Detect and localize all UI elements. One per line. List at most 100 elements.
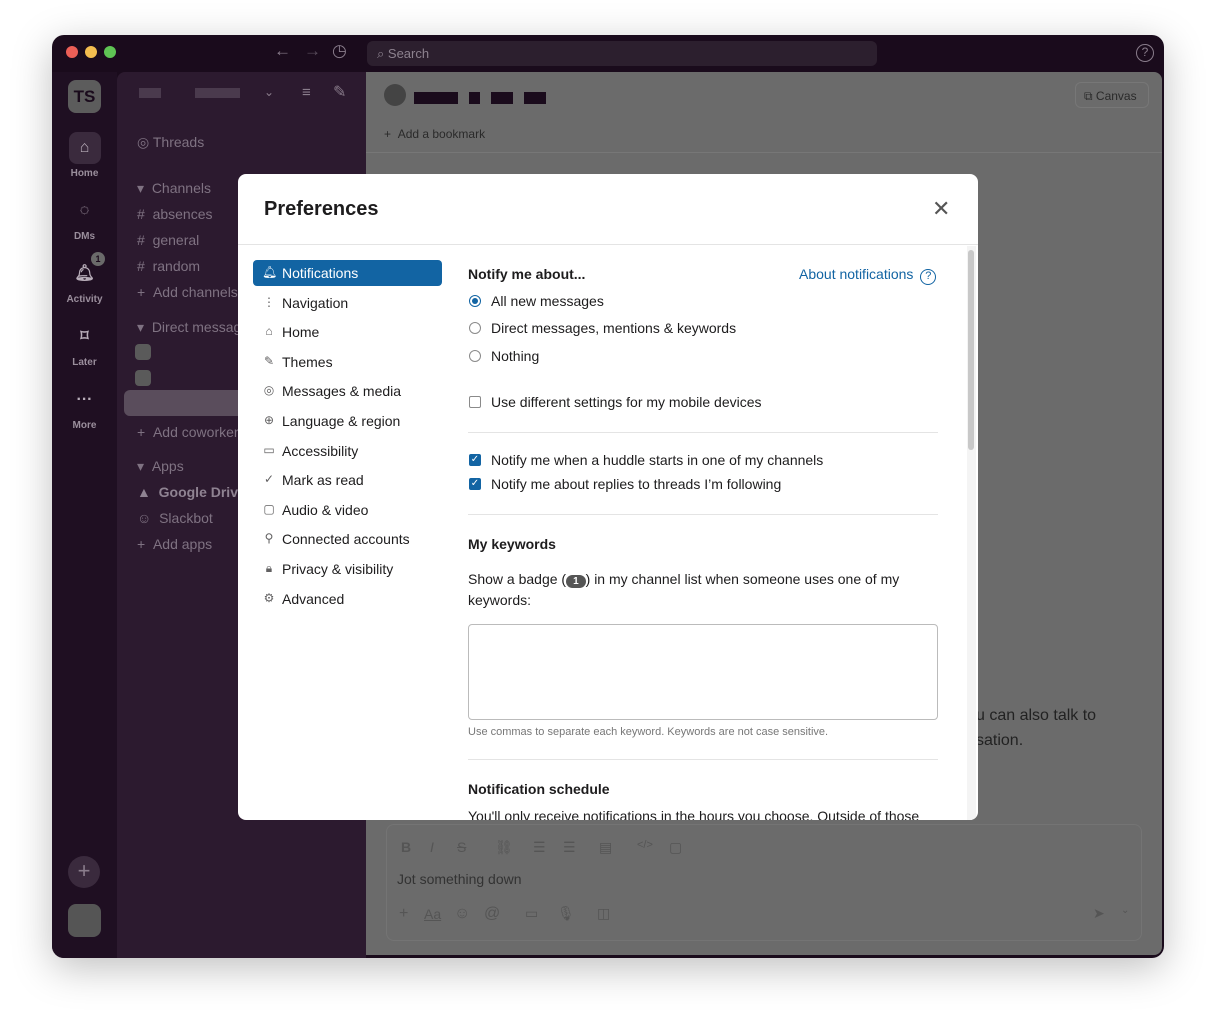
forward-arrow-icon[interactable]: →: [304, 41, 321, 61]
threads-icon: ◎: [137, 134, 153, 150]
bookmark-icon: ⌑: [80, 328, 89, 345]
nav-item-navigation[interactable]: ⋮ Navigation: [253, 290, 442, 316]
check-circle-icon: ✓: [263, 472, 275, 487]
workspace-avatar[interactable]: TS: [68, 80, 101, 113]
nav-item-privacy-visibility[interactable]: 🔒︎ Privacy & visibility: [253, 556, 442, 582]
rail-home[interactable]: ⌂ Home: [52, 132, 117, 179]
italic-icon[interactable]: I: [430, 839, 434, 855]
help-circle-icon: ?: [920, 269, 937, 285]
checkbox-label: Use different settings for my mobile dev…: [491, 394, 762, 410]
rail-later[interactable]: ⌑ Later: [52, 321, 117, 368]
radio-label: Nothing: [491, 348, 540, 364]
nav-item-label: Home: [282, 324, 320, 341]
add-channels-button[interactable]: + Add channels: [137, 284, 238, 300]
canvas-button[interactable]: ⧉ Canvas: [1075, 82, 1149, 108]
channel-item[interactable]: # general: [137, 232, 199, 248]
nav-item-label: Advanced: [282, 590, 345, 607]
nav-item-label: Navigation: [282, 294, 349, 311]
nav-item-themes[interactable]: ✎ Themes: [253, 349, 442, 375]
dm-avatar[interactable]: [135, 344, 151, 360]
add-apps-button[interactable]: + Add apps: [137, 536, 212, 552]
keywords-description-line2: keywords:: [468, 592, 532, 608]
ordered-list-icon[interactable]: ☰: [533, 839, 546, 856]
nav-item-messages-media[interactable]: ◎ Messages & media: [253, 378, 442, 404]
user-avatar[interactable]: [68, 904, 101, 937]
maximize-window-button[interactable]: [104, 46, 116, 58]
canvas-icon: ⧉: [1084, 89, 1096, 103]
lock-icon: 🔒︎: [265, 561, 273, 575]
nav-item-language-region[interactable]: ⊕ Language & region: [253, 408, 442, 434]
close-icon[interactable]: ✕: [932, 198, 950, 220]
message-icon: ◎: [263, 383, 275, 398]
filter-icon[interactable]: ≡: [302, 84, 311, 101]
nav-item-audio-video[interactable]: ▢ Audio & video: [253, 497, 442, 523]
dm-avatar[interactable]: [135, 370, 151, 386]
code-icon[interactable]: </>: [637, 839, 653, 851]
thread-replies-checkbox[interactable]: ✓: [469, 478, 481, 490]
keywords-hint: Use commas to separate each keyword. Key…: [468, 726, 829, 738]
video-icon[interactable]: ▭: [525, 905, 538, 922]
nav-item-accessibility[interactable]: ▭ Accessibility: [253, 438, 442, 464]
compose-icon[interactable]: ✎: [333, 82, 346, 102]
blockquote-icon[interactable]: ▤: [599, 839, 612, 856]
keyword-badge: 1: [566, 575, 586, 588]
keywords-input[interactable]: [468, 624, 938, 720]
radio-all-messages[interactable]: [469, 295, 481, 307]
code-block-icon[interactable]: ▢: [669, 839, 682, 856]
sidebar-threads[interactable]: ◎ Threads: [137, 134, 204, 151]
message-composer[interactable]: B I S ⛓ ☰ ☰ ▤ </> ▢ Jot something down +…: [386, 824, 1142, 941]
app-item[interactable]: ▲ Google Drive: [137, 484, 246, 500]
chevron-down-icon[interactable]: ⌄: [264, 85, 274, 99]
nav-item-label: Themes: [282, 353, 333, 370]
mention-icon[interactable]: @: [484, 905, 500, 923]
close-window-button[interactable]: [66, 46, 78, 58]
nav-item-advanced[interactable]: ⚙ Advanced: [253, 586, 442, 612]
slash-command-icon[interactable]: ◫: [597, 905, 610, 922]
apps-header[interactable]: ▾ Apps: [137, 458, 184, 475]
add-coworkers-button[interactable]: + Add coworkers: [137, 424, 246, 440]
plus-icon[interactable]: +: [399, 905, 408, 923]
bullet-list-icon[interactable]: ☰: [563, 839, 576, 856]
intro-text: u can also talk to: [976, 707, 1097, 724]
link-icon[interactable]: ⛓: [495, 839, 513, 856]
add-workspace-button[interactable]: +: [68, 856, 100, 888]
navigation-icon: ⋮: [263, 294, 275, 309]
channels-header[interactable]: ▾ Channels: [137, 180, 211, 197]
about-notifications-link[interactable]: About notifications ?: [799, 266, 937, 285]
help-icon[interactable]: ?: [1136, 44, 1154, 62]
add-bookmark-button[interactable]: + Add a bookmark: [384, 127, 485, 141]
huddle-checkbox[interactable]: ✓: [469, 454, 481, 466]
preferences-dialog: Preferences ✕ 🔔︎ Notifications ⋮ Navigation…: [238, 174, 978, 820]
channel-item[interactable]: # absences: [137, 206, 213, 222]
minimize-window-button[interactable]: [85, 46, 97, 58]
search-input[interactable]: ⌕ Search: [367, 41, 877, 66]
dialog-title: Preferences: [264, 198, 379, 220]
workspace-rail: TS ⌂ Home ◌ DMs 🔔︎ Activity 1 ⌑ Later ··· Mor…: [52, 72, 117, 958]
send-options-chevron-icon[interactable]: ⌄: [1121, 905, 1129, 916]
channel-item[interactable]: # random: [137, 258, 200, 274]
nav-item-home[interactable]: ⌂ Home: [253, 319, 442, 345]
radio-dms-mentions[interactable]: [469, 322, 481, 334]
scrollbar-thumb[interactable]: [968, 250, 974, 450]
radio-nothing[interactable]: [469, 350, 481, 362]
nav-item-notifications[interactable]: 🔔︎ Notifications: [253, 260, 442, 286]
strikethrough-icon[interactable]: S: [457, 839, 466, 855]
back-arrow-icon[interactable]: ←: [274, 41, 291, 61]
home-icon: ⌂: [68, 132, 101, 164]
send-icon[interactable]: ➤: [1093, 905, 1105, 922]
app-item[interactable]: ☺ Slackbot: [137, 510, 213, 526]
history-icon[interactable]: ◷: [332, 41, 347, 61]
rail-activity[interactable]: 🔔︎ Activity: [52, 258, 117, 305]
microphone-icon[interactable]: 🎙︎: [557, 905, 575, 922]
more-icon: ···: [76, 391, 93, 408]
bold-icon[interactable]: B: [401, 839, 411, 855]
nav-item-connected-accounts[interactable]: ⚲ Connected accounts: [253, 526, 442, 552]
rail-dms[interactable]: ◌ DMs: [52, 195, 117, 242]
composer-input[interactable]: Jot something down: [397, 871, 522, 887]
nav-item-label: Language & region: [282, 413, 401, 429]
rail-more[interactable]: ··· More: [52, 384, 117, 431]
emoji-icon[interactable]: ☺: [454, 905, 470, 923]
mobile-settings-checkbox[interactable]: [469, 396, 481, 408]
format-icon[interactable]: Aa: [424, 906, 441, 922]
nav-item-mark-as-read[interactable]: ✓ Mark as read: [253, 467, 442, 493]
